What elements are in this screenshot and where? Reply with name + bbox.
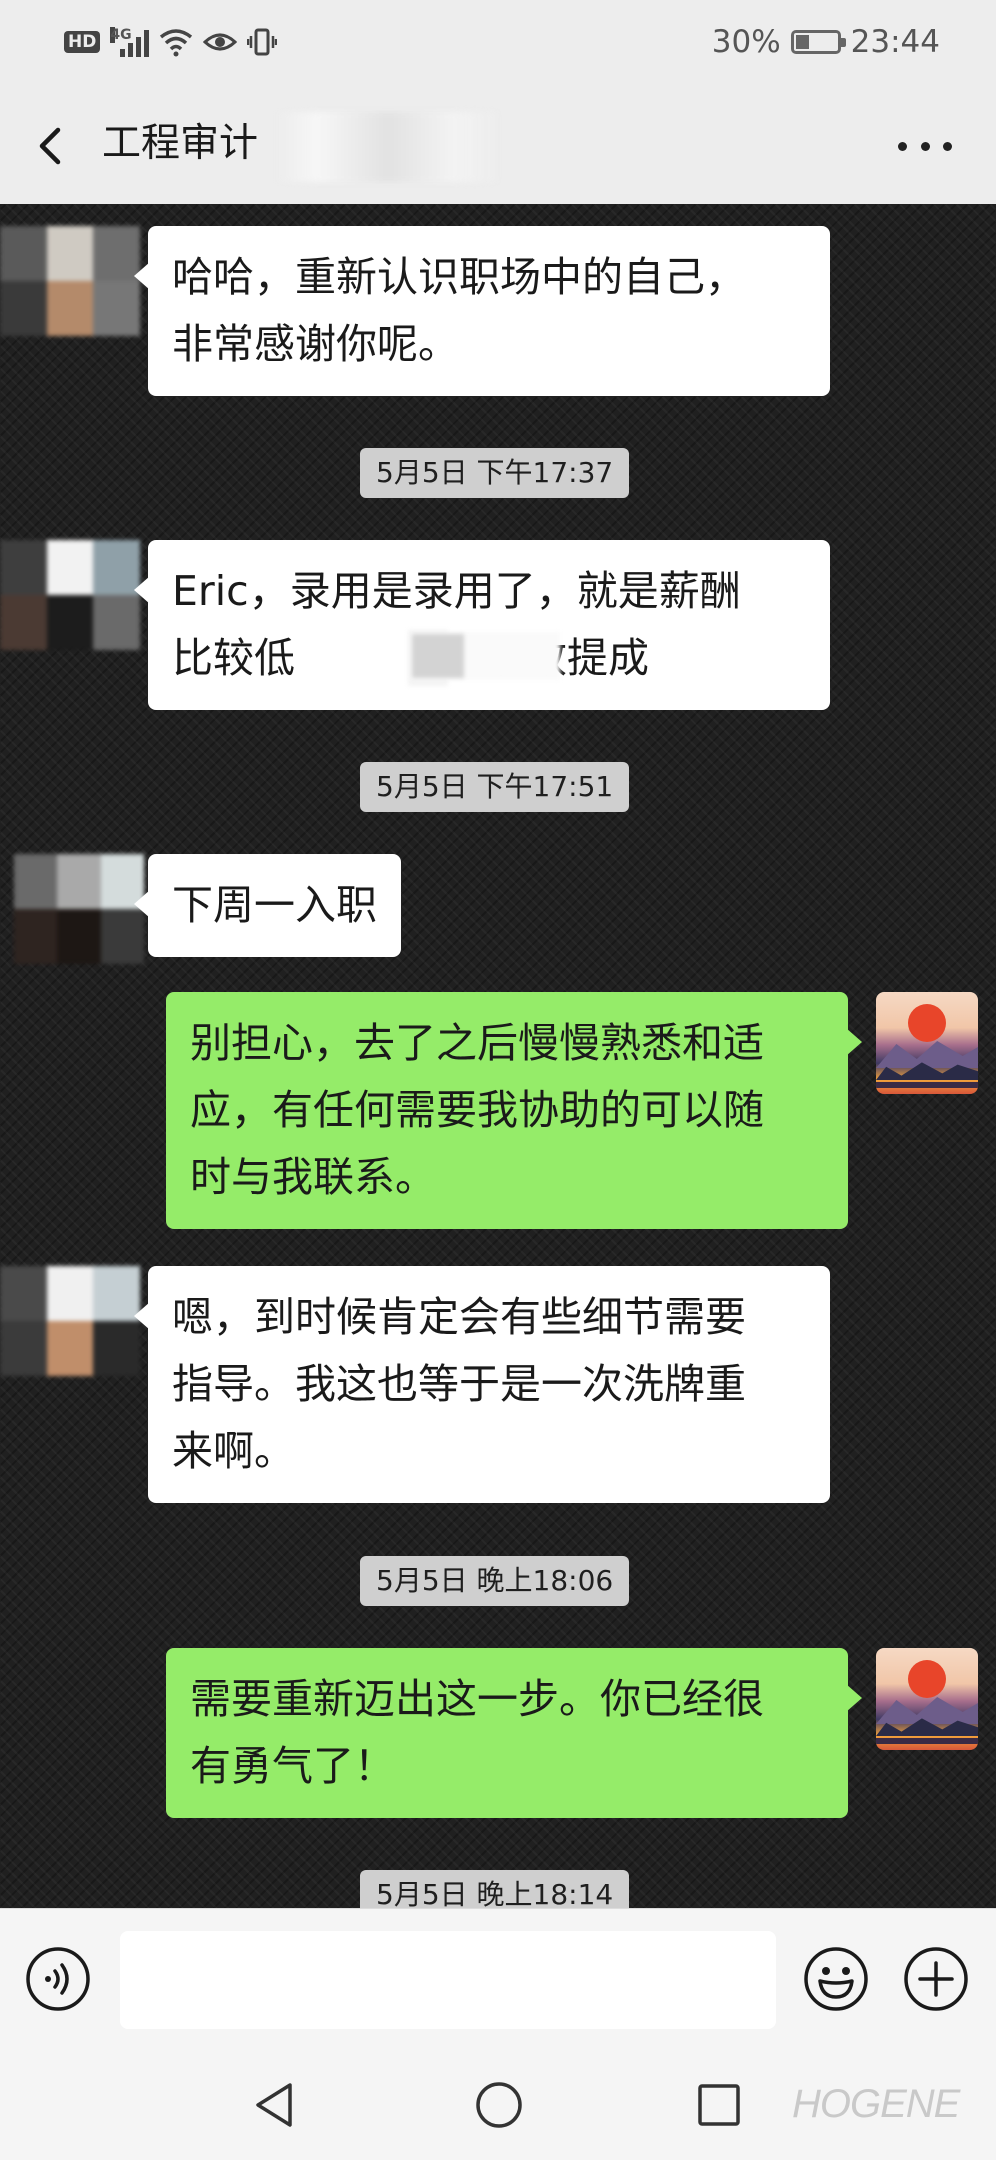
message-text: 哈哈，重新认识职场中的自己， (172, 253, 746, 301)
message-timestamp: 5月5日 晚上18:14 (360, 1870, 630, 1908)
system-nav-bar: HOGENE (0, 2046, 996, 2160)
wifi-icon (160, 29, 193, 57)
input-bar (0, 1908, 996, 2046)
nav-recent-icon[interactable] (696, 2082, 742, 2128)
message-text: 嗯，到时候肯定会有些细节需要 (172, 1293, 746, 1341)
battery-icon (790, 30, 846, 54)
emoji-icon[interactable] (802, 1945, 870, 2013)
self-avatar[interactable] (876, 992, 978, 1094)
message-bubble-outgoing[interactable]: 别担心，去了之后慢慢熟悉和适 应，有任何需要我协助的可以随 时与我联系。 (166, 992, 862, 1229)
contact-avatar[interactable] (0, 226, 140, 336)
contact-avatar[interactable] (0, 540, 140, 650)
contact-avatar[interactable] (14, 854, 144, 964)
message-text: 有勇气了！ (190, 1742, 395, 1790)
plus-circle-icon[interactable] (902, 1945, 970, 2013)
message-timestamp: 5月5日 晚上18:06 (360, 1556, 630, 1606)
chat-title: 工程审计 (102, 121, 259, 166)
message-timestamp: 5月5日 下午17:51 (360, 762, 630, 812)
message-text: 指导。我这也等于是一次洗牌重 (172, 1360, 746, 1408)
nav-home-icon[interactable] (474, 2080, 524, 2130)
message-text: 下周一入职 (172, 881, 377, 929)
battery-percent: 30% (711, 24, 781, 60)
hd-badge: HD (64, 31, 101, 53)
message-text: 非常感谢你呢。 (172, 320, 459, 368)
message-text: 别担心，去了之后慢慢熟悉和适 (190, 1019, 764, 1067)
contact-avatar[interactable] (0, 1266, 140, 1376)
status-bar: HD 4G 30% 23:44 (0, 0, 996, 86)
clock: 23:44 (850, 24, 940, 60)
nav-back-icon[interactable] (250, 2080, 300, 2130)
eye-icon (203, 33, 238, 51)
message-text: 来啊。 (172, 1427, 295, 1475)
status-icons: HD 4G (64, 24, 278, 60)
voice-icon[interactable] (24, 1945, 92, 2013)
network-type: 4G (110, 27, 132, 43)
chat-header: 工程审计 (0, 86, 996, 204)
message-bubble-incoming[interactable]: 嗯，到时候肯定会有些细节需要 指导。我这也等于是一次洗牌重 来啊。 (134, 1266, 830, 1503)
signal-icon: 4G (110, 27, 150, 57)
message-list[interactable]: 哈哈，重新认识职场中的自己， 非常感谢你呢。 5月5日 下午17:37 Eric… (0, 204, 996, 1908)
message-bubble-outgoing[interactable]: 需要重新迈出这一步。你已经很 有勇气了！ (166, 1648, 862, 1818)
message-timestamp: 5月5日 下午17:37 (360, 448, 630, 498)
message-bubble-incoming[interactable]: Eric，录用是录用了，就是薪酬 比较低 绩效提成 (134, 540, 830, 710)
status-right: 30% 23:44 (712, 24, 940, 60)
message-bubble-incoming[interactable]: 哈哈，重新认识职场中的自己， 非常感谢你呢。 (134, 226, 830, 396)
redaction (412, 634, 464, 678)
self-avatar[interactable] (876, 1648, 978, 1750)
message-input[interactable] (120, 1931, 776, 2029)
watermark: HOGENE (792, 2082, 960, 2126)
chevron-left-icon[interactable] (28, 116, 84, 176)
title-redaction (278, 112, 498, 182)
vibrate-icon (247, 28, 278, 56)
message-text: 比较低 (172, 634, 295, 682)
message-bubble-incoming[interactable]: 下周一入职 (134, 854, 401, 957)
message-text: 时与我联系。 (190, 1153, 436, 1201)
message-text: 应，有任何需要我协助的可以随 (190, 1086, 764, 1134)
message-text: Eric，录用是录用了，就是薪酬 (172, 567, 741, 615)
message-text: 需要重新迈出这一步。你已经很 (190, 1675, 764, 1723)
more-dots-icon[interactable] (898, 128, 952, 164)
